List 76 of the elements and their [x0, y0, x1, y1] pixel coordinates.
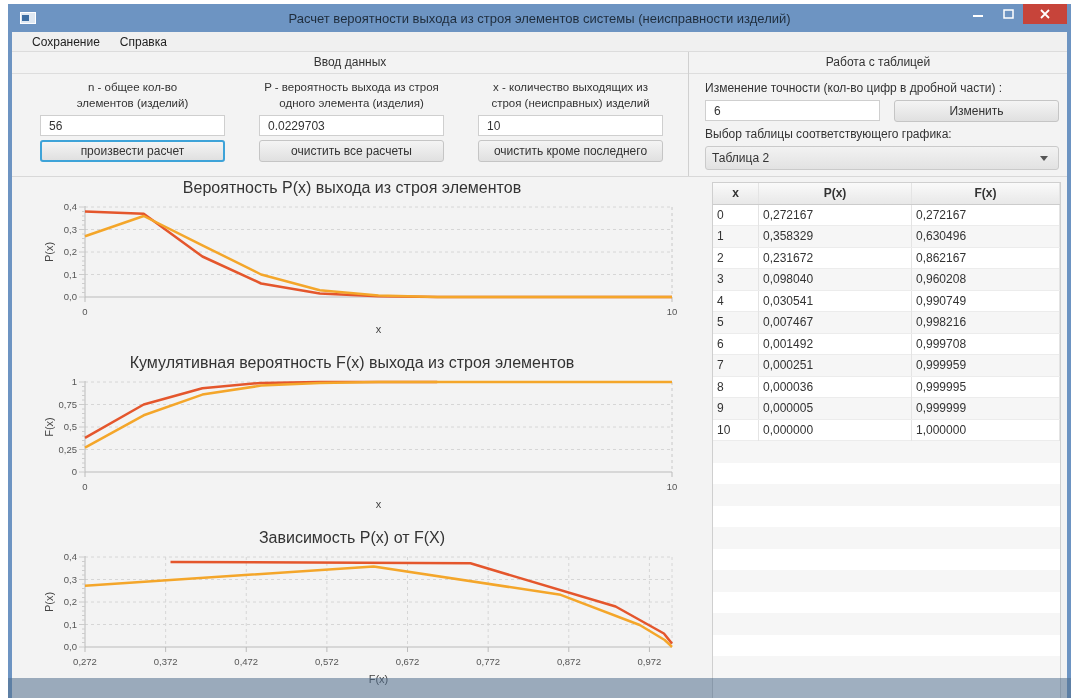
axis-tick-label: 0,872	[556, 656, 581, 667]
table-cell: 0,007467	[759, 312, 912, 333]
table-cell: 0,999708	[912, 333, 1060, 355]
axis-tick-label: 0,572	[315, 656, 339, 667]
table-cell: 0,030541	[759, 290, 912, 312]
axis-label: P(x)	[43, 591, 55, 613]
table-cell: 0,990749	[912, 290, 1060, 312]
table-cell: 6	[713, 333, 759, 355]
table-select-label: Выбор таблицы соответствующего графика:	[705, 126, 953, 142]
axis-tick-label: 0,972	[637, 656, 662, 667]
axis-tick-label: 0,472	[234, 656, 259, 667]
table-cell: 0,862167	[912, 247, 1060, 269]
axis-label: x	[375, 323, 382, 335]
table-cell: 0,001492	[759, 333, 912, 355]
axis-tick-label: 0,772	[476, 656, 501, 667]
axis-tick-label: 0,2	[63, 246, 77, 257]
table-cell: 0,998216	[912, 312, 1060, 333]
axis-tick-label: 0,0	[63, 291, 77, 302]
table-cell: 9	[713, 398, 759, 419]
chart-title: Вероятность P(x) выхода из строя элементов	[181, 178, 523, 198]
axis-tick-label: 0,372	[153, 656, 178, 667]
axis-tick-label: 0,672	[395, 656, 420, 667]
table-cell: 0,960208	[912, 269, 1060, 290]
chart-title: Кумулятивная вероятность F(x) выхода из строя элементов	[128, 353, 576, 373]
field-label: n - общее кол-во элементов (изделий)	[75, 80, 190, 111]
table-cell: 10	[713, 419, 759, 441]
axis-tick-label: 0,3	[63, 573, 77, 585]
table-cell: 0,272167	[759, 204, 912, 226]
table-cell: 7	[713, 355, 759, 376]
axis-tick-label: 0,25	[58, 443, 77, 455]
axis-label: P(x)	[43, 241, 55, 263]
axis-tick-label: 0,2	[63, 596, 77, 607]
axis-tick-label: 0	[82, 481, 88, 492]
table-cell: 5	[713, 312, 759, 333]
table-cell: 0,098040	[759, 269, 912, 290]
table-cell: 0,231672	[759, 247, 912, 269]
panel-title: Ввод данных	[12, 52, 688, 74]
axis-tick-label: 0,0	[63, 641, 77, 652]
table-cell: 0,358329	[759, 226, 912, 247]
panel-title: Работа с таблицей	[689, 52, 1067, 74]
table-cell: 2	[713, 247, 759, 269]
table-cell: 1	[713, 226, 759, 247]
axis-tick-label: 0,4	[63, 551, 77, 562]
axis-tick-label: 0,75	[58, 398, 77, 410]
table-cell: 0,000036	[759, 376, 912, 398]
table-cell: 1,000000	[912, 419, 1060, 441]
table-cell: 0	[713, 204, 759, 226]
axis-tick-label: 0,3	[63, 223, 77, 235]
table-cell: 0,000005	[759, 398, 912, 419]
table-cell: 4	[713, 290, 759, 312]
table-cell: 0,000251	[759, 355, 912, 376]
table-cell: 0,999995	[912, 376, 1060, 398]
axis-tick-label: 10	[666, 481, 678, 492]
axis-tick-label: 0	[71, 466, 77, 477]
chart-title: Зависимость P(x) от F(X)	[257, 528, 447, 548]
axis-label: F(x)	[43, 417, 55, 437]
table-cell: 0,630496	[912, 226, 1060, 247]
table-cell: 0,272167	[912, 204, 1060, 226]
axis-tick-label: 1	[71, 376, 77, 387]
table-cell: 3	[713, 269, 759, 290]
window-title: Расчет вероятности выхода из строя элементов системы (неисправности изделий)	[287, 10, 792, 26]
precision-label: Изменение точности (кол-во цифр в дробной части) :	[705, 80, 1004, 96]
axis-tick-label: 0,1	[63, 268, 77, 280]
axis-tick-label: 0,272	[73, 656, 97, 667]
axis-tick-label: 0,5	[63, 421, 77, 432]
axis-tick-label: 0,4	[63, 201, 77, 212]
field-label: x - количество выходящих из строя (неисправных) изделий	[490, 80, 651, 111]
table-cell: 8	[713, 376, 759, 398]
field-label: P - вероятность выхода из строя одного элемента (изделия)	[263, 80, 440, 111]
table-cell: 0,000000	[759, 419, 912, 441]
table-cell: 0,999999	[912, 398, 1060, 419]
table-cell: 0,999959	[912, 355, 1060, 376]
axis-label: x	[375, 498, 382, 510]
axis-tick-label: 0	[82, 306, 88, 317]
axis-tick-label: 10	[666, 306, 678, 317]
axis-tick-label: 0,1	[63, 618, 77, 630]
